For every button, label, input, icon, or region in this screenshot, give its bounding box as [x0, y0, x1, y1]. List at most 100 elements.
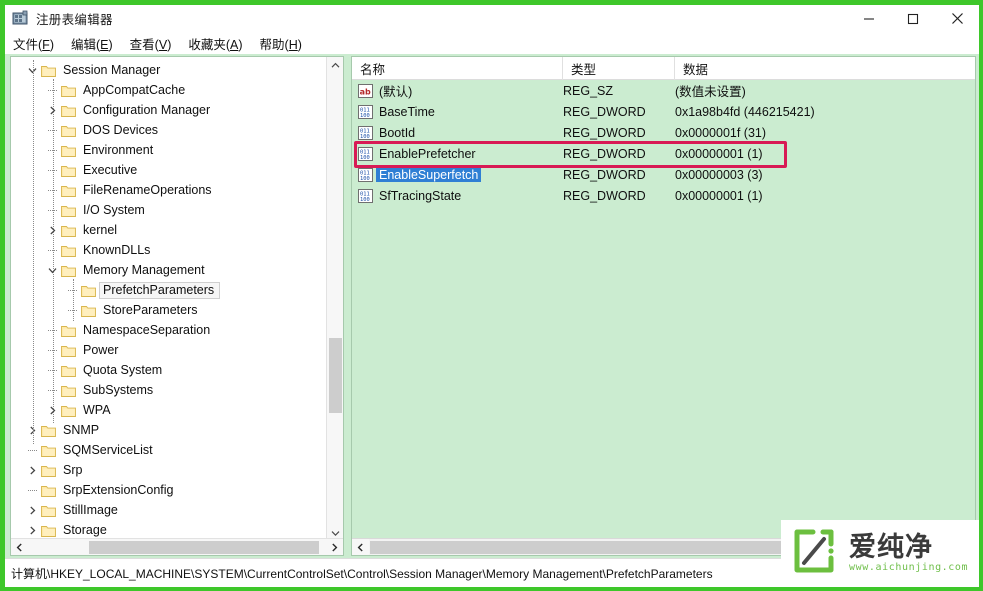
dword-value-icon: 011 100: [352, 146, 376, 161]
tree-node[interactable]: Executive: [11, 160, 327, 180]
tree-connector: [43, 140, 61, 160]
scroll-left-icon[interactable]: [11, 539, 28, 555]
column-header-name[interactable]: 名称: [352, 57, 563, 80]
tree-node[interactable]: Environment: [11, 140, 327, 160]
folder-icon: [61, 260, 79, 280]
tree-horizontal-scrollbar[interactable]: [11, 538, 343, 555]
tree-node[interactable]: SrpExtensionConfig: [11, 480, 327, 500]
watermark-brand: 爱纯净: [849, 531, 933, 563]
folder-icon: [81, 280, 99, 300]
value-name: BaseTime: [376, 105, 563, 119]
chevron-right-icon[interactable]: [43, 100, 61, 120]
chevron-right-icon[interactable]: [23, 500, 41, 520]
tree-connector: [43, 120, 61, 140]
minimize-icon[interactable]: [847, 5, 891, 32]
tree-node-label: NamespaceSeparation: [83, 323, 211, 337]
dword-value-icon: 011 100: [352, 188, 376, 203]
tree-node[interactable]: Power: [11, 340, 327, 360]
tree-node[interactable]: AppCompatCache: [11, 80, 327, 100]
scroll-up-icon[interactable]: [327, 57, 343, 74]
value-row[interactable]: ab (默认) REG_SZ (数值未设置): [352, 80, 975, 101]
tree-node[interactable]: Srp: [11, 460, 327, 480]
menu-item-5[interactable]: 帮助(H): [260, 32, 311, 55]
values-list[interactable]: ab (默认) REG_SZ (数值未设置) 011 100 BaseTime REG_DWO…: [352, 80, 975, 206]
folder-icon: [61, 180, 79, 200]
tree-hscroll-thumb[interactable]: [89, 541, 319, 554]
menu-item-4[interactable]: 收藏夹(A): [188, 32, 251, 55]
menu-bar: 文件(F) 编辑(E) 查看(V) 收藏夹(A) 帮助(H): [5, 32, 979, 54]
close-icon[interactable]: [935, 5, 979, 32]
tree-vertical-scrollbar[interactable]: [326, 57, 343, 542]
tree-node-label: SrpExtensionConfig: [63, 483, 174, 497]
tree-node-label: StoreParameters: [103, 303, 198, 317]
tree-node[interactable]: I/O System: [11, 200, 327, 220]
tree-node-label: Session Manager: [63, 63, 161, 77]
chevron-down-icon[interactable]: [43, 260, 61, 280]
value-row[interactable]: 011 100 BaseTime REG_DWORD 0x1a98b4fd (44621…: [352, 101, 975, 122]
dword-value-icon: 011 100: [352, 125, 376, 140]
value-name-text: BootId: [379, 125, 416, 140]
tree-node[interactable]: Memory Management: [11, 260, 327, 280]
tree-node[interactable]: Storage: [11, 520, 327, 540]
tree-node-label: FileRenameOperations: [83, 183, 212, 197]
tree-node[interactable]: KnownDLLs: [11, 240, 327, 260]
tree-node[interactable]: Session Manager: [11, 60, 327, 80]
editor-content: Session Manager AppCompatCache Configurati…: [5, 54, 979, 558]
registry-tree[interactable]: Session Manager AppCompatCache Configurati…: [11, 57, 327, 542]
aichunjing-logo-icon: [789, 528, 843, 579]
value-row[interactable]: 011 100 EnableSuperfetch REG_DWORD 0x0000000…: [352, 164, 975, 185]
window-title: 注册表编辑器: [36, 13, 113, 27]
chevron-right-icon[interactable]: [23, 520, 41, 540]
value-row[interactable]: 011 100 EnablePrefetcher REG_DWORD 0x0000000…: [352, 143, 975, 164]
menu-item-2[interactable]: 编辑(E): [71, 32, 122, 55]
tree-connector: [43, 320, 61, 340]
value-data: 0x00000001 (1): [675, 146, 763, 161]
value-row[interactable]: 011 100 SfTracingState REG_DWORD 0x00000001 …: [352, 185, 975, 206]
tree-node-label: Memory Management: [83, 263, 205, 277]
menu-item-1[interactable]: 文件(F): [13, 32, 63, 55]
string-value-icon: ab: [352, 83, 376, 98]
chevron-right-icon[interactable]: [43, 220, 61, 240]
value-name-text: (默认): [379, 85, 413, 99]
value-data: 0x00000001 (1): [675, 188, 763, 203]
current-registry-path: 计算机\HKEY_LOCAL_MACHINE\SYSTEM\CurrentCon…: [11, 566, 713, 581]
folder-icon: [61, 120, 79, 140]
tree-connector: [23, 480, 41, 500]
tree-node[interactable]: NamespaceSeparation: [11, 320, 327, 340]
chevron-down-icon[interactable]: [23, 60, 41, 80]
folder-icon: [61, 320, 79, 340]
column-header-type[interactable]: 类型: [563, 57, 675, 80]
tree-node[interactable]: PrefetchParameters: [11, 280, 327, 300]
column-header-data[interactable]: 数据: [675, 57, 975, 80]
menu-item-3[interactable]: 查看(V): [130, 32, 181, 55]
tree-scroll-thumb[interactable]: [329, 338, 342, 413]
tree-node[interactable]: StoreParameters: [11, 300, 327, 320]
tree-node[interactable]: SQMServiceList: [11, 440, 327, 460]
chevron-right-icon[interactable]: [23, 420, 41, 440]
folder-icon: [41, 420, 59, 440]
tree-node-label: Environment: [83, 143, 154, 157]
value-type: REG_DWORD: [563, 125, 646, 140]
value-type: REG_DWORD: [563, 146, 646, 161]
tree-node[interactable]: WPA: [11, 400, 327, 420]
values-scroll-left-icon[interactable]: [352, 539, 369, 555]
tree-node[interactable]: FileRenameOperations: [11, 180, 327, 200]
chevron-right-icon[interactable]: [43, 400, 61, 420]
tree-node-label: Storage: [63, 523, 107, 537]
value-name-text: EnableSuperfetch: [376, 167, 482, 182]
scroll-right-icon[interactable]: [326, 539, 343, 555]
folder-icon: [61, 240, 79, 260]
chevron-right-icon[interactable]: [23, 460, 41, 480]
tree-node[interactable]: Configuration Manager: [11, 100, 327, 120]
tree-node[interactable]: Quota System: [11, 360, 327, 380]
tree-node[interactable]: StillImage: [11, 500, 327, 520]
maximize-icon[interactable]: [891, 5, 935, 32]
tree-node[interactable]: kernel: [11, 220, 327, 240]
tree-node[interactable]: DOS Devices: [11, 120, 327, 140]
tree-node[interactable]: SNMP: [11, 420, 327, 440]
tree-node[interactable]: SubSystems: [11, 380, 327, 400]
value-row[interactable]: 011 100 BootId REG_DWORD 0x0000001f (31): [352, 122, 975, 143]
tree-connector: [43, 240, 61, 260]
svg-text:100: 100: [360, 134, 370, 140]
tree-node-label: kernel: [83, 223, 118, 237]
